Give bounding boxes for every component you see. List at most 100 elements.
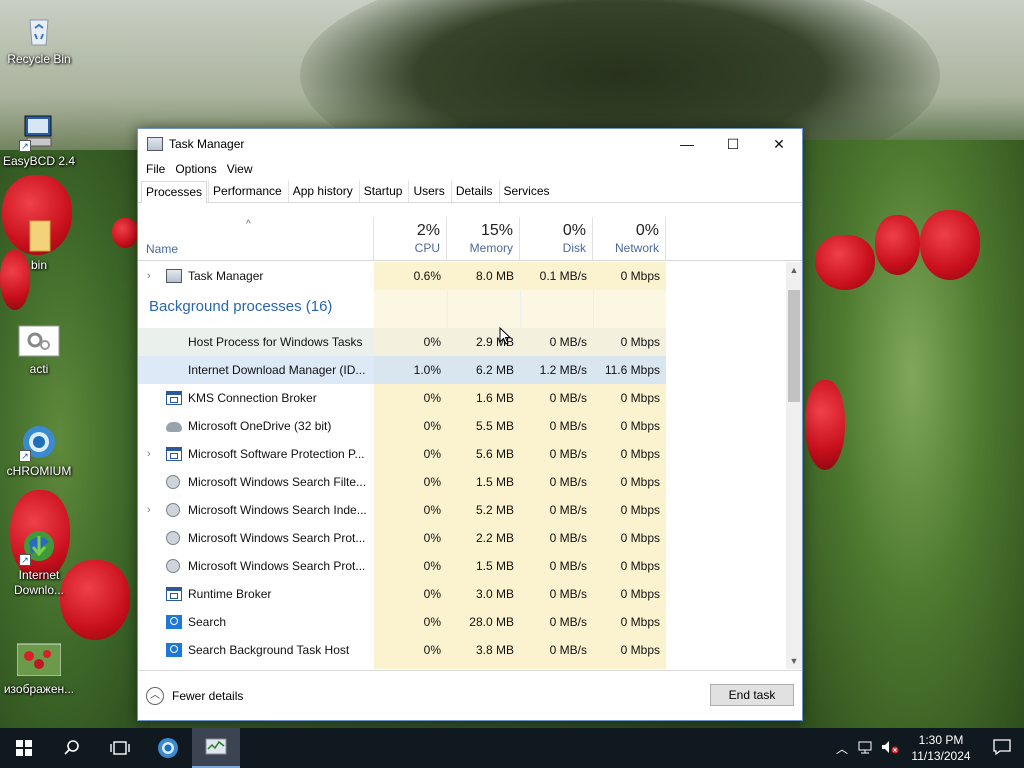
process-row[interactable]: Microsoft Windows Search Prot... 0% 2.2 MB… xyxy=(138,524,786,552)
process-network: 0 Mbps xyxy=(593,552,666,580)
start-button[interactable] xyxy=(0,728,48,768)
chromium-icon xyxy=(158,738,178,758)
process-row[interactable]: Microsoft OneDrive (32 bit) 0% 5.5 MB 0 MB/… xyxy=(138,412,786,440)
menu-options[interactable]: Options xyxy=(170,162,221,176)
process-memory: 3.0 MB xyxy=(447,580,520,608)
process-network: 0 Mbps xyxy=(593,524,666,552)
process-disk: 0 MB/s xyxy=(520,552,593,580)
chevron-up-icon[interactable]: ︿ xyxy=(830,740,854,757)
end-task-button[interactable]: End task xyxy=(710,684,794,706)
tab-services[interactable]: Services xyxy=(498,180,555,202)
process-memory: 1.6 MB xyxy=(447,384,520,412)
notification-center-icon[interactable] xyxy=(980,738,1024,758)
shortcut-arrow-icon: ↗ xyxy=(19,554,31,566)
process-name: Internet Download Manager (ID... xyxy=(138,356,374,384)
column-header-cpu[interactable]: 2% CPU xyxy=(374,217,447,261)
desktop-icon-label: acti xyxy=(29,362,49,376)
process-cpu: 0% xyxy=(374,496,447,524)
maximize-button[interactable]: ☐ xyxy=(710,129,756,159)
tab-processes[interactable]: Processes xyxy=(141,181,208,203)
fewer-details-button[interactable]: ︿ Fewer details xyxy=(146,687,243,705)
process-disk: 1.2 MB/s xyxy=(520,356,593,384)
clock-time: 1:30 PM xyxy=(918,733,964,747)
network-icon[interactable] xyxy=(854,740,878,757)
scroll-down-arrow-icon[interactable]: ▼ xyxy=(786,653,802,669)
footer-bar: ︿ Fewer details End task xyxy=(138,670,802,720)
process-cpu: 1.0% xyxy=(374,356,447,384)
desktop-icon-label: изображен... xyxy=(3,682,75,696)
column-label-network: Network xyxy=(614,241,659,255)
desktop-icon-acti[interactable]: acti xyxy=(1,322,77,377)
column-header-network[interactable]: 0% Network xyxy=(593,217,666,261)
taskbar-chromium[interactable] xyxy=(144,728,192,768)
search-button[interactable] xyxy=(48,728,96,768)
desktop-icon-chromium[interactable]: ↗ cHROMIUM xyxy=(1,424,77,479)
group-header-background[interactable]: Background processes (16) xyxy=(138,290,786,328)
scroll-up-arrow-icon[interactable]: ▲ xyxy=(786,262,802,278)
process-name: Microsoft OneDrive (32 bit) xyxy=(188,419,332,433)
desktop-icon-recycle-bin[interactable]: Recycle Bin xyxy=(1,12,77,67)
process-memory: 5.5 MB xyxy=(447,412,520,440)
window-title: Task Manager xyxy=(169,137,245,151)
column-label-cpu: CPU xyxy=(414,241,440,255)
windows-logo-icon xyxy=(16,740,32,756)
fewer-details-label: Fewer details xyxy=(172,689,244,703)
taskbar-task-manager[interactable] xyxy=(192,728,240,768)
process-name: Microsoft Windows Search Prot... xyxy=(188,559,366,573)
desktop-icon-bin-folder[interactable]: bin xyxy=(1,218,77,273)
system-clock[interactable]: 1:30 PM 11/13/2024 xyxy=(902,732,980,764)
scrollbar-thumb[interactable] xyxy=(788,290,800,402)
process-row[interactable]: Internet Download Manager (ID... 1.0% 6.2 … xyxy=(138,356,786,384)
column-header-name[interactable]: ^ Name xyxy=(138,217,374,261)
search-icon xyxy=(64,740,79,755)
process-row[interactable]: Search 0% 28.0 MB 0 MB/s 0 Mbps xyxy=(138,608,786,636)
column-header-disk[interactable]: 0% Disk xyxy=(520,217,593,261)
column-headers: ^ Name 2% CPU 15% Memory 0% Disk 0% Netw… xyxy=(138,217,802,261)
process-row[interactable]: Host Process for Windows Tasks 0% 2.9 MB 0 … xyxy=(138,328,786,356)
title-bar[interactable]: Task Manager — ☐ ✕ xyxy=(138,129,802,159)
desktop-icon-easybcd[interactable]: ↗ EasyBCD 2.4 xyxy=(1,114,77,169)
memory-total-percent: 15% xyxy=(480,222,513,239)
process-disk: 0 MB/s xyxy=(520,524,593,552)
tab-performance[interactable]: Performance xyxy=(208,180,287,202)
network-total-percent: 0% xyxy=(635,222,659,239)
process-disk: 0.1 MB/s xyxy=(520,262,593,290)
menu-view[interactable]: View xyxy=(222,162,258,176)
process-row[interactable]: KMS Connection Broker 0% 1.6 MB 0 MB/s 0 Mbp… xyxy=(138,384,786,412)
tab-details[interactable]: Details xyxy=(450,180,498,202)
taskbar: ︿ 1:30 PM 11/13/2024 xyxy=(0,728,1024,768)
process-network: 11.6 Mbps xyxy=(593,356,666,384)
process-row[interactable]: ›Spooler SubSystem App0%0.0 MB0 MB/s0 Mb… xyxy=(138,664,786,669)
tab-app-history[interactable]: App history xyxy=(287,180,358,202)
menu-file[interactable]: File xyxy=(141,162,170,176)
process-name: Search xyxy=(188,615,227,629)
close-button[interactable]: ✕ xyxy=(756,129,802,159)
task-view-button[interactable] xyxy=(96,728,144,768)
process-row[interactable]: Runtime Broker 0% 3.0 MB 0 MB/s 0 Mbps xyxy=(138,580,786,608)
process-name: Microsoft Windows Search Inde... xyxy=(188,503,367,517)
folder-icon xyxy=(21,218,57,254)
volume-muted-icon[interactable] xyxy=(878,740,902,757)
desktop-icon-internet-download-manager[interactable]: ↗ Internet Downlo... xyxy=(1,528,77,598)
chromium-icon: ↗ xyxy=(19,424,57,462)
vertical-scrollbar[interactable]: ▲ ▼ xyxy=(786,262,802,669)
process-row[interactable]: Search Background Task Host 0% 3.8 MB 0 MB/… xyxy=(138,636,786,664)
column-header-memory[interactable]: 15% Memory xyxy=(447,217,520,261)
process-disk: 0 MB/s xyxy=(520,412,593,440)
desktop-icon-image-file[interactable]: изображен... xyxy=(1,642,77,697)
process-network: 0 Mbps xyxy=(593,440,666,468)
process-row[interactable]: Microsoft Windows Search Filte... 0% 1.5 M… xyxy=(138,468,786,496)
process-cpu: 0% xyxy=(374,636,447,664)
process-row[interactable]: › Task Manager 0.6% 8.0 MB 0.1 MB/s 0 Mbps xyxy=(138,262,786,290)
tab-startup[interactable]: Startup xyxy=(358,180,408,202)
process-cpu: 0.6% xyxy=(374,262,447,290)
process-row[interactable]: › Microsoft Software Protection P... 0% 5.6… xyxy=(138,440,786,468)
process-disk: 0 MB/s xyxy=(520,496,593,524)
minimize-button[interactable]: — xyxy=(664,129,710,159)
clock-date: 11/13/2024 xyxy=(911,749,971,763)
process-row[interactable]: › Microsoft Windows Search Inde... 0% 5.2 M… xyxy=(138,496,786,524)
tab-users[interactable]: Users xyxy=(408,180,449,202)
process-row[interactable]: Microsoft Windows Search Prot... 0% 1.5 MB… xyxy=(138,552,786,580)
process-name: Spooler SubSystem App xyxy=(138,664,374,669)
process-disk: 0 MB/s xyxy=(520,608,593,636)
